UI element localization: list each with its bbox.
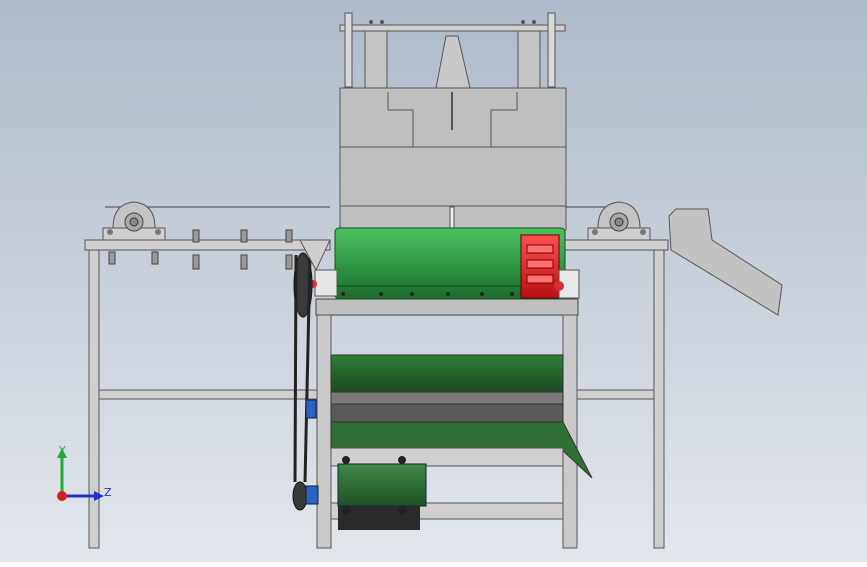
tensioner-blue-upper: [305, 399, 317, 419]
drum-shaft-left: [314, 269, 338, 297]
y-axis-label: Y: [58, 444, 66, 457]
model-view[interactable]: [0, 0, 867, 562]
z-axis-label: Z: [104, 486, 112, 499]
z-arrowhead-icon: [94, 491, 104, 501]
tensioner-blue-lower: [305, 485, 319, 505]
lower-pulley[interactable]: [292, 481, 308, 511]
upper-housing[interactable]: [339, 87, 567, 231]
drive-motor[interactable]: [337, 456, 427, 530]
cad-viewport[interactable]: Y Z: [0, 0, 867, 562]
coordinate-triad[interactable]: Y Z: [44, 438, 124, 518]
collection-tray[interactable]: [330, 354, 564, 393]
origin-dot: [57, 491, 67, 501]
